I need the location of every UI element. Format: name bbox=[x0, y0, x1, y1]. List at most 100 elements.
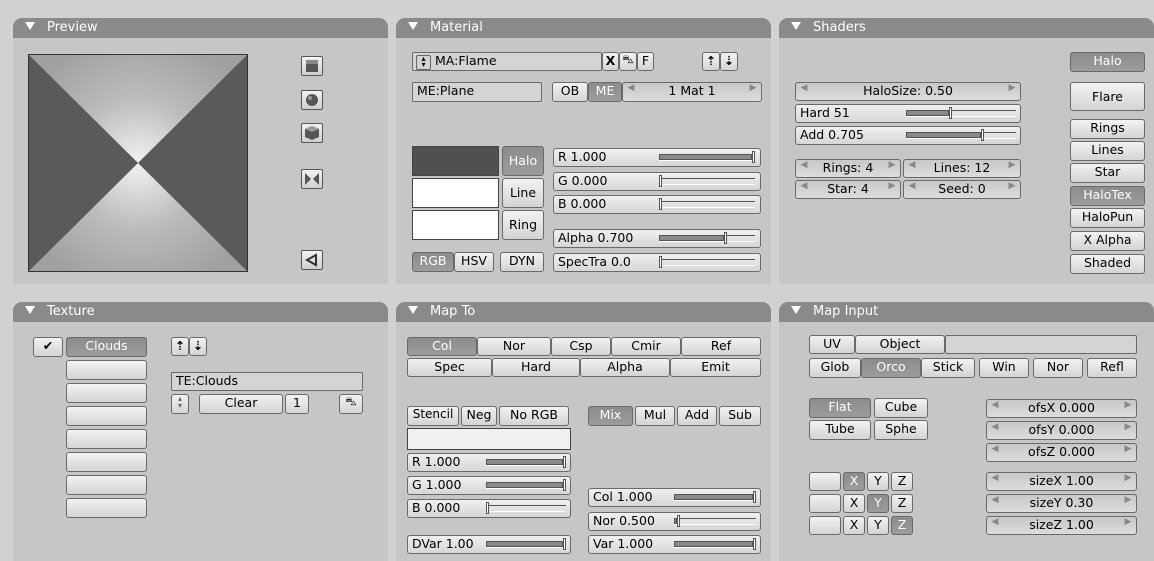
colfac-slider[interactable]: Col 1.000 bbox=[588, 488, 761, 507]
proj-y-x-button[interactable]: X bbox=[843, 494, 865, 513]
texture-fake-user-icon[interactable]: ⛍ bbox=[339, 394, 363, 414]
hsv-button[interactable]: HSV bbox=[454, 252, 494, 272]
arrow-right-icon[interactable]: ▶ bbox=[1122, 517, 1134, 527]
collapse-triangle-icon[interactable] bbox=[25, 306, 35, 314]
rings-button[interactable]: Rings bbox=[1070, 119, 1145, 139]
lines-field[interactable]: ◀ Lines: 12 ▶ bbox=[903, 159, 1021, 178]
halosize-field[interactable]: ◀ HaloSize: 0.50 ▶ bbox=[795, 82, 1021, 101]
material-index-field[interactable]: ◀ 1 Mat 1 ▶ bbox=[622, 82, 762, 102]
shaders-header[interactable]: Shaders bbox=[779, 18, 1154, 38]
arrow-left-icon[interactable]: ◀ bbox=[798, 160, 810, 170]
refl-button[interactable]: Refl bbox=[1087, 358, 1137, 378]
proj-z-none-button[interactable] bbox=[809, 516, 841, 535]
mapto-spec-button[interactable]: Spec bbox=[407, 358, 492, 377]
nor-input-button[interactable]: Nor bbox=[1033, 358, 1083, 378]
texture-channel-8[interactable] bbox=[66, 498, 147, 518]
green-slider[interactable]: G 0.000 bbox=[553, 172, 761, 191]
unlink-material-button[interactable]: X bbox=[602, 52, 619, 71]
arrow-right-icon[interactable]: ▶ bbox=[1006, 160, 1018, 170]
paste-material-icon[interactable]: ⇣ bbox=[720, 52, 738, 71]
red-slider[interactable]: R 1.000 bbox=[553, 148, 761, 167]
copy-material-icon[interactable]: ⇡ bbox=[702, 52, 720, 71]
blue-slider[interactable]: B 0.000 bbox=[553, 195, 761, 214]
proj-z-y-button[interactable]: Y bbox=[867, 516, 889, 535]
orco-button[interactable]: Orco bbox=[861, 358, 921, 378]
add-slider[interactable]: Add 0.705 bbox=[795, 126, 1021, 145]
sizez-field[interactable]: ◀ sizeZ 1.00 ▶ bbox=[986, 516, 1137, 535]
mapto-cmir-button[interactable]: Cmir bbox=[611, 337, 681, 356]
halo-color-button[interactable]: Halo bbox=[502, 146, 544, 176]
material-header[interactable]: Material bbox=[396, 18, 771, 38]
arrow-right-icon[interactable]: ▶ bbox=[886, 160, 898, 170]
sphe-button[interactable]: Sphe bbox=[874, 420, 928, 440]
proj-x-none-button[interactable] bbox=[809, 472, 841, 491]
ofsz-field[interactable]: ◀ ofsZ 0.000 ▶ bbox=[986, 443, 1137, 462]
proj-z-x-button[interactable]: X bbox=[843, 516, 865, 535]
arrow-left-icon[interactable]: ◀ bbox=[989, 422, 1001, 432]
texture-users-count[interactable]: 1 bbox=[285, 394, 309, 414]
tube-button[interactable]: Tube bbox=[809, 420, 871, 440]
proj-y-z-button[interactable]: Z bbox=[891, 494, 913, 513]
add-button[interactable]: Add bbox=[677, 406, 717, 426]
object-button[interactable]: Object bbox=[855, 335, 945, 354]
slider-knob[interactable] bbox=[563, 538, 566, 550]
hard-slider[interactable]: Hard 51 bbox=[795, 104, 1021, 123]
object-name-field[interactable] bbox=[945, 335, 1137, 354]
stick-button[interactable]: Stick bbox=[921, 358, 975, 378]
fake-user-button[interactable]: F bbox=[637, 52, 654, 71]
arrow-right-icon[interactable]: ▶ bbox=[886, 181, 898, 191]
slider-knob[interactable] bbox=[659, 175, 662, 187]
spectra-slider[interactable]: SpecTra 0.0 bbox=[553, 253, 761, 272]
mapto-hard-button[interactable]: Hard bbox=[492, 358, 580, 377]
cube-preview-icon[interactable] bbox=[301, 123, 323, 143]
arrow-left-icon[interactable]: ◀ bbox=[989, 444, 1001, 454]
texture-channel-5[interactable] bbox=[66, 429, 147, 449]
ofsx-field[interactable]: ◀ ofsX 0.000 ▶ bbox=[986, 399, 1137, 418]
proj-x-y-button[interactable]: Y bbox=[867, 472, 889, 491]
mapinput-header[interactable]: Map Input bbox=[779, 302, 1154, 322]
texture-header[interactable]: Texture bbox=[13, 302, 388, 322]
mapto-alpha-button[interactable]: Alpha bbox=[580, 358, 670, 377]
mesh-name-field[interactable]: ME:Plane bbox=[412, 82, 542, 102]
proj-y-none-button[interactable] bbox=[809, 494, 841, 513]
sub-button[interactable]: Sub bbox=[719, 406, 761, 426]
arrow-right-icon[interactable]: ▶ bbox=[1122, 444, 1134, 454]
ofsy-field[interactable]: ◀ ofsY 0.000 ▶ bbox=[986, 421, 1137, 440]
arrow-left-icon[interactable]: ◀ bbox=[625, 83, 637, 93]
texture-enable-checkbox[interactable]: ✔ bbox=[33, 337, 63, 357]
updown-icon[interactable]: ▴ ▾ bbox=[416, 55, 431, 70]
slider-knob[interactable] bbox=[752, 151, 755, 163]
collapse-triangle-icon[interactable] bbox=[25, 22, 35, 30]
mix-button[interactable]: Mix bbox=[588, 406, 633, 426]
arrow-left-icon[interactable]: ◀ bbox=[989, 517, 1001, 527]
slider-knob[interactable] bbox=[753, 491, 756, 503]
tex-red-slider[interactable]: R 1.000 bbox=[407, 453, 571, 472]
paste-texture-icon[interactable]: ⇣ bbox=[189, 337, 207, 356]
xalpha-button[interactable]: X Alpha bbox=[1070, 231, 1145, 251]
alpha-slider[interactable]: Alpha 0.700 bbox=[553, 229, 761, 248]
norfac-slider[interactable]: Nor 0.500 bbox=[588, 512, 761, 531]
halopun-button[interactable]: HaloPun bbox=[1070, 208, 1145, 228]
mapto-nor-button[interactable]: Nor bbox=[477, 337, 551, 356]
slider-knob[interactable] bbox=[563, 479, 566, 491]
slider-knob[interactable] bbox=[659, 198, 662, 210]
collapse-triangle-icon[interactable] bbox=[408, 306, 418, 314]
collapse-triangle-icon[interactable] bbox=[791, 306, 801, 314]
preview-header[interactable]: Preview bbox=[13, 18, 388, 38]
sphere-preview-icon[interactable] bbox=[301, 90, 323, 110]
proj-z-z-button[interactable]: Z bbox=[891, 516, 913, 535]
slider-knob[interactable] bbox=[724, 232, 727, 244]
proj-x-x-button[interactable]: X bbox=[843, 472, 865, 491]
mapto-ref-button[interactable]: Ref bbox=[681, 337, 761, 356]
halotex-button[interactable]: HaloTex bbox=[1070, 186, 1145, 206]
arrow-right-icon[interactable]: ▶ bbox=[1122, 400, 1134, 410]
uv-button[interactable]: UV bbox=[809, 335, 855, 354]
sizey-field[interactable]: ◀ sizeY 0.30 ▶ bbox=[986, 494, 1137, 513]
slider-knob[interactable] bbox=[753, 538, 756, 550]
ring-color-button[interactable]: Ring bbox=[502, 210, 544, 240]
star-button[interactable]: Star bbox=[1070, 163, 1145, 183]
arrow-right-icon[interactable]: ▶ bbox=[1006, 83, 1018, 93]
arrow-left-icon[interactable]: ◀ bbox=[989, 400, 1001, 410]
slider-knob[interactable] bbox=[486, 502, 489, 514]
arrow-left-icon[interactable]: ◀ bbox=[906, 181, 918, 191]
